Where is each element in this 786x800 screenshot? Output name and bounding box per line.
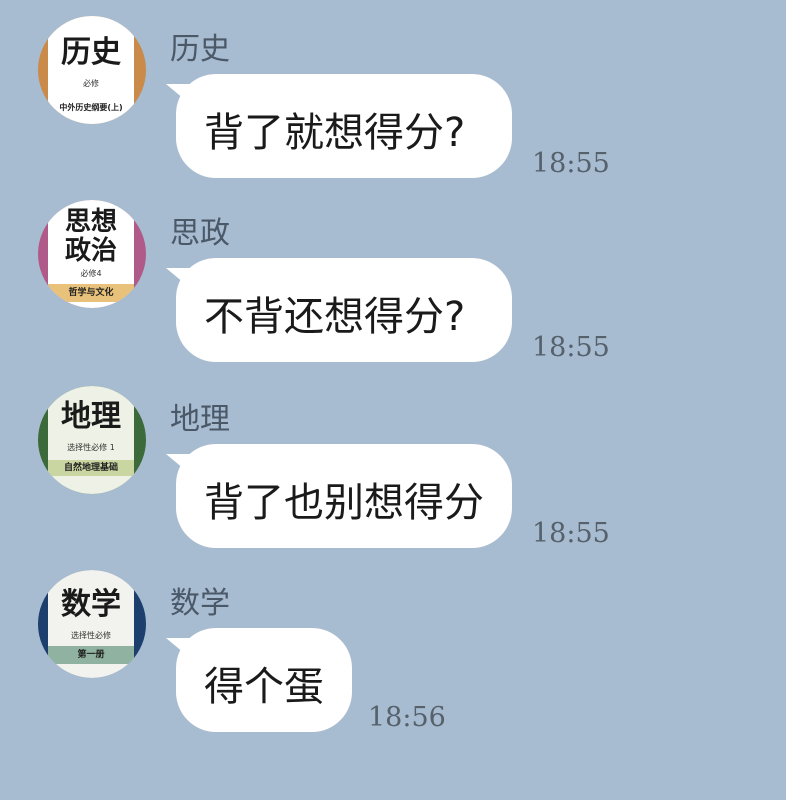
message-time: 18:55 xyxy=(532,332,610,363)
avatar-history[interactable]: 历史 必修 中外历史纲要(上) xyxy=(38,16,146,124)
cover-subtitle: 选择性必修 1 xyxy=(67,443,115,452)
message-bubble[interactable]: 背了就想得分? xyxy=(176,74,512,178)
cover-title: 地理 xyxy=(61,399,121,434)
message-time: 18:56 xyxy=(368,702,446,733)
message-text: 背了就想得分? xyxy=(204,110,466,156)
message-text: 得个蛋 xyxy=(204,664,324,710)
cover-subtitle: 必修4 xyxy=(80,269,102,278)
book-cover: 数学 选择性必修 第一册 xyxy=(48,570,134,678)
cover-band: 第一册 xyxy=(48,646,134,664)
message-bubble[interactable]: 背了也别想得分 xyxy=(176,444,512,548)
cover-title: 历史 xyxy=(61,35,121,70)
cover-title: 数学 xyxy=(61,587,121,622)
cover-subtitle: 选择性必修 xyxy=(71,631,111,640)
message-bubble[interactable]: 不背还想得分? xyxy=(176,258,512,362)
message-time: 18:55 xyxy=(532,518,610,549)
message-time: 18:55 xyxy=(532,148,610,179)
cover-band: 自然地理基础 xyxy=(48,460,134,476)
cover-band: 中外历史纲要(上) xyxy=(59,103,123,112)
avatar-geography[interactable]: 地理 选择性必修 1 自然地理基础 xyxy=(38,386,146,494)
avatar-math[interactable]: 数学 选择性必修 第一册 xyxy=(38,570,146,678)
cover-title: 思想政治 xyxy=(64,207,117,266)
message-text: 背了也别想得分 xyxy=(204,480,484,526)
cover-band: 哲学与文化 xyxy=(48,284,134,302)
message-text: 不背还想得分? xyxy=(204,294,466,340)
sender-name: 数学 xyxy=(170,586,230,621)
sender-name: 历史 xyxy=(170,32,230,67)
book-cover: 思想政治 必修4 哲学与文化 xyxy=(48,200,134,308)
book-cover: 地理 选择性必修 1 自然地理基础 xyxy=(48,386,134,494)
book-cover: 历史 必修 中外历史纲要(上) xyxy=(48,16,134,124)
message-bubble[interactable]: 得个蛋 xyxy=(176,628,352,732)
sender-name: 地理 xyxy=(170,402,230,437)
cover-subtitle: 必修 xyxy=(83,79,99,88)
sender-name: 思政 xyxy=(170,216,230,251)
avatar-politics[interactable]: 思想政治 必修4 哲学与文化 xyxy=(38,200,146,308)
